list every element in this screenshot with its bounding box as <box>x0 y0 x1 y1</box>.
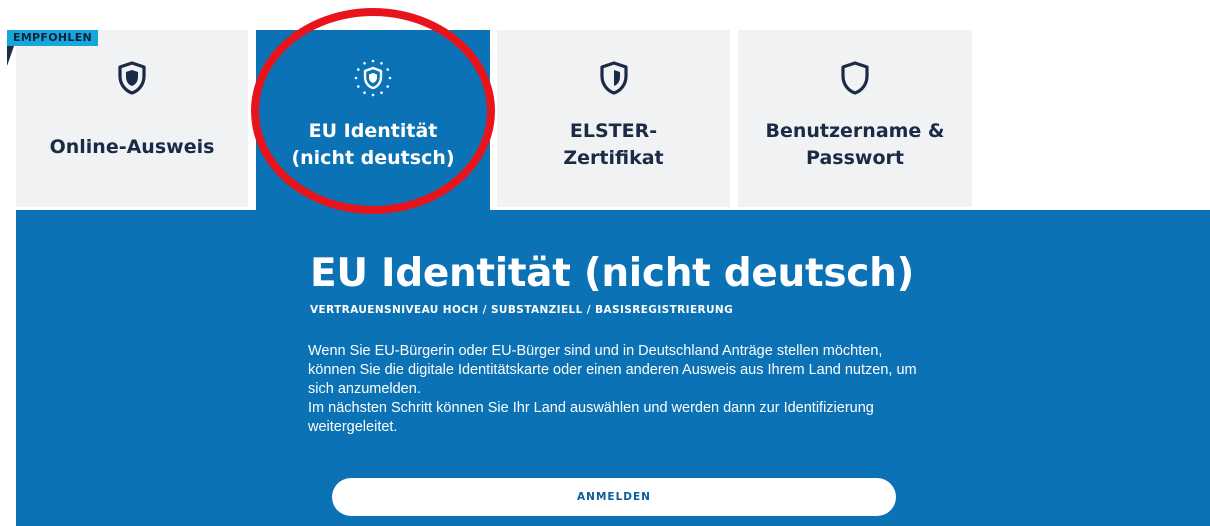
description-paragraph: Wenn Sie EU-Bürgerin oder EU-Bürger sind… <box>308 343 917 397</box>
tab-eu-identitaet[interactable]: EU Identität (nicht deutsch) <box>256 30 490 210</box>
login-method-panel: EU Identität (nicht deutsch) VERTRAUENSN… <box>16 210 1210 526</box>
tab-benutzername-passwort[interactable]: Benutzername & Passwort <box>738 30 972 207</box>
description-paragraph: Im nächsten Schritt können Sie Ihr Land … <box>308 400 874 435</box>
trust-level-subtitle: VERTRAUENSNIVEAU HOCH / SUBSTANZIELL / B… <box>310 304 734 316</box>
recommended-badge: EMPFOHLEN <box>7 30 99 46</box>
tab-online-ausweis[interactable]: Online-Ausweis <box>16 30 248 207</box>
anmelden-button[interactable]: ANMELDEN <box>332 478 896 516</box>
badge-fold <box>7 46 14 66</box>
shield-icon <box>117 58 147 98</box>
panel-title: EU Identität (nicht deutsch) <box>310 251 915 296</box>
panel-description: Wenn Sie EU-Bürgerin oder EU-Bürger sind… <box>308 342 928 437</box>
tab-label: Online-Ausweis <box>49 136 215 158</box>
shield-outline-icon <box>840 58 870 98</box>
tab-label: Benutzername & Passwort <box>765 120 945 169</box>
tab-label: ELSTER- Zertifikat <box>563 120 664 169</box>
login-method-tabs: Online-Ausweis EU Identität (nicht deuts… <box>0 0 1210 210</box>
tab-label: EU Identität (nicht deutsch) <box>291 120 455 169</box>
shield-half-icon <box>599 58 629 98</box>
tab-elster-zertifikat[interactable]: ELSTER- Zertifikat <box>497 30 730 207</box>
eu-stars-shield-icon <box>353 58 393 98</box>
